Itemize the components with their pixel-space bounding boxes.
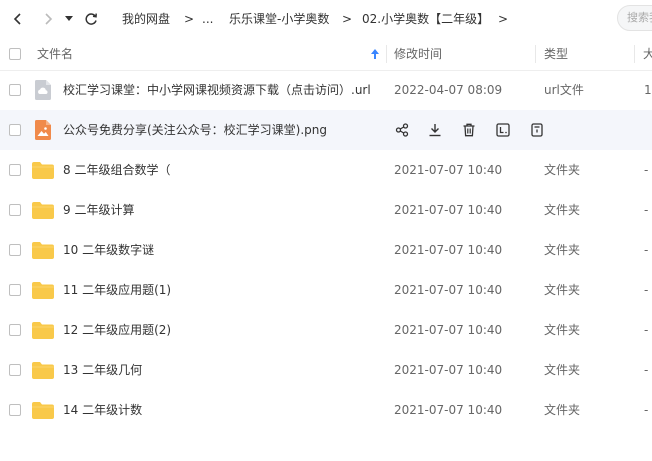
column-header-type[interactable]: 类型 — [544, 46, 568, 62]
folder-row[interactable]: 9 二年级计算 2021-07-07 10:40 文件夹 - — [0, 190, 652, 230]
file-size: - — [644, 403, 649, 417]
download-icon — [429, 124, 441, 137]
file-type: url文件 — [544, 83, 584, 97]
file-name[interactable]: 公众号免费分享(关注公众号：校汇学习课堂).png — [63, 122, 327, 138]
file-name[interactable]: 14 二年级计数 — [63, 402, 142, 418]
file-type: 文件夹 — [544, 323, 581, 337]
breadcrumb-item-current: 02.小学奥数【二年级】 — [362, 12, 490, 26]
file-name[interactable]: 12 二年级应用题(2) — [63, 322, 171, 338]
caret-down-icon — [65, 16, 73, 21]
folder-row[interactable]: 14 二年级计数 2021-07-07 10:40 文件夹 - — [0, 390, 652, 430]
file-size: - — [644, 203, 649, 217]
download-button[interactable] — [426, 121, 444, 139]
folder-row[interactable]: 10 二年级数字谜 2021-07-07 10:40 文件夹 - — [0, 230, 652, 270]
folder-row[interactable]: 13 二年级几何 2021-07-07 10:40 文件夹 - — [0, 350, 652, 390]
folder-icon — [32, 159, 54, 181]
file-modified-time: 2021-07-07 10:40 — [394, 403, 503, 417]
search-input[interactable]: 搜索我的 — [617, 5, 652, 31]
column-header-modified[interactable]: 修改时间 — [394, 46, 442, 62]
chevron-right-icon — [45, 13, 53, 25]
column-header-size[interactable]: 大 — [643, 46, 652, 62]
file-modified-time: 2021-07-07 10:40 — [394, 363, 503, 377]
row-checkbox[interactable] — [9, 124, 21, 136]
breadcrumb-separator: > — [184, 12, 195, 26]
folder-row[interactable]: 11 二年级应用题(1) 2021-07-07 10:40 文件夹 - — [0, 270, 652, 310]
toolbar: 我的网盘 > ... 乐乐课堂-小学奥数 > 02.小学奥数【二年级】 > 搜索… — [0, 0, 652, 38]
breadcrumb-separator: > — [342, 12, 353, 26]
row-checkbox[interactable] — [9, 204, 21, 216]
file-modified-time: 2021-07-07 10:40 — [394, 243, 503, 257]
row-checkbox[interactable] — [9, 324, 21, 336]
file-type: 文件夹 — [544, 403, 581, 417]
file-name[interactable]: 8 二年级组合数学（ — [63, 162, 170, 178]
file-name[interactable]: 10 二年级数字谜 — [63, 242, 154, 258]
forward-button[interactable] — [38, 9, 58, 29]
file-size: - — [644, 243, 649, 257]
back-button[interactable] — [8, 9, 28, 29]
file-name[interactable]: 校汇学习课堂：中小学网课视频资源下载（点击访问）.url — [63, 82, 371, 98]
file-type: 文件夹 — [544, 283, 581, 297]
url-file-icon — [32, 79, 54, 101]
file-name[interactable]: 13 二年级几何 — [63, 362, 142, 378]
folder-icon — [32, 239, 54, 261]
column-header-name[interactable]: 文件名 — [37, 46, 73, 62]
file-modified-time: 2022-04-07 08:09 — [394, 83, 503, 97]
file-size: - — [644, 363, 649, 377]
row-checkbox[interactable] — [9, 84, 21, 96]
image-file-icon — [32, 119, 54, 141]
more-icon — [531, 123, 543, 137]
file-row[interactable]: 校汇学习课堂：中小学网课视频资源下载（点击访问）.url 2022-04-07 … — [0, 70, 652, 110]
column-divider[interactable] — [634, 45, 635, 63]
folder-icon — [32, 199, 54, 221]
rename-icon — [496, 123, 510, 137]
refresh-button[interactable] — [81, 9, 101, 29]
file-type: 文件夹 — [544, 363, 581, 377]
file-size: - — [644, 323, 649, 337]
sort-arrow-icon[interactable] — [371, 49, 379, 59]
share-icon — [395, 123, 409, 137]
folder-icon — [32, 279, 54, 301]
row-checkbox[interactable] — [9, 244, 21, 256]
share-button[interactable] — [393, 121, 411, 139]
file-name[interactable]: 11 二年级应用题(1) — [63, 282, 171, 298]
file-type: 文件夹 — [544, 243, 581, 257]
file-type: 文件夹 — [544, 203, 581, 217]
column-divider[interactable] — [535, 45, 536, 63]
folder-row[interactable]: 8 二年级组合数学（ 2021-07-07 10:40 文件夹 - — [0, 150, 652, 190]
file-type: 文件夹 — [544, 163, 581, 177]
history-dropdown-button[interactable] — [61, 9, 77, 29]
file-modified-time: 2021-07-07 10:40 — [394, 203, 503, 217]
file-list-header: 文件名 修改时间 类型 大 — [0, 38, 652, 71]
file-size: 1 — [644, 83, 652, 97]
file-size: - — [644, 163, 649, 177]
file-size: - — [644, 283, 649, 297]
file-name[interactable]: 9 二年级计算 — [63, 202, 134, 218]
file-row-hovered[interactable]: 公众号免费分享(关注公众号：校汇学习课堂).png — [0, 110, 652, 150]
file-modified-time: 2021-07-07 10:40 — [394, 283, 503, 297]
row-checkbox[interactable] — [9, 404, 21, 416]
select-all-checkbox[interactable] — [9, 48, 21, 60]
breadcrumb-item-root[interactable]: 我的网盘 — [122, 11, 170, 27]
file-modified-time: 2021-07-07 10:40 — [394, 163, 503, 177]
folder-icon — [32, 399, 54, 421]
folder-icon — [32, 359, 54, 381]
row-checkbox[interactable] — [9, 164, 21, 176]
folder-row[interactable]: 12 二年级应用题(2) 2021-07-07 10:40 文件夹 - — [0, 310, 652, 350]
breadcrumb-item-course[interactable]: 乐乐课堂-小学奥数 — [229, 11, 329, 27]
breadcrumb-separator: > — [498, 12, 509, 26]
refresh-icon — [85, 13, 97, 25]
breadcrumb-item-collapsed[interactable]: ... — [202, 11, 213, 27]
row-checkbox[interactable] — [9, 364, 21, 376]
row-checkbox[interactable] — [9, 284, 21, 296]
more-button[interactable] — [528, 121, 546, 139]
rename-button[interactable] — [494, 121, 512, 139]
delete-icon — [463, 123, 475, 137]
folder-icon — [32, 319, 54, 341]
file-modified-time: 2021-07-07 10:40 — [394, 323, 503, 337]
column-divider[interactable] — [386, 45, 387, 63]
chevron-left-icon — [13, 13, 21, 25]
delete-button[interactable] — [460, 121, 478, 139]
